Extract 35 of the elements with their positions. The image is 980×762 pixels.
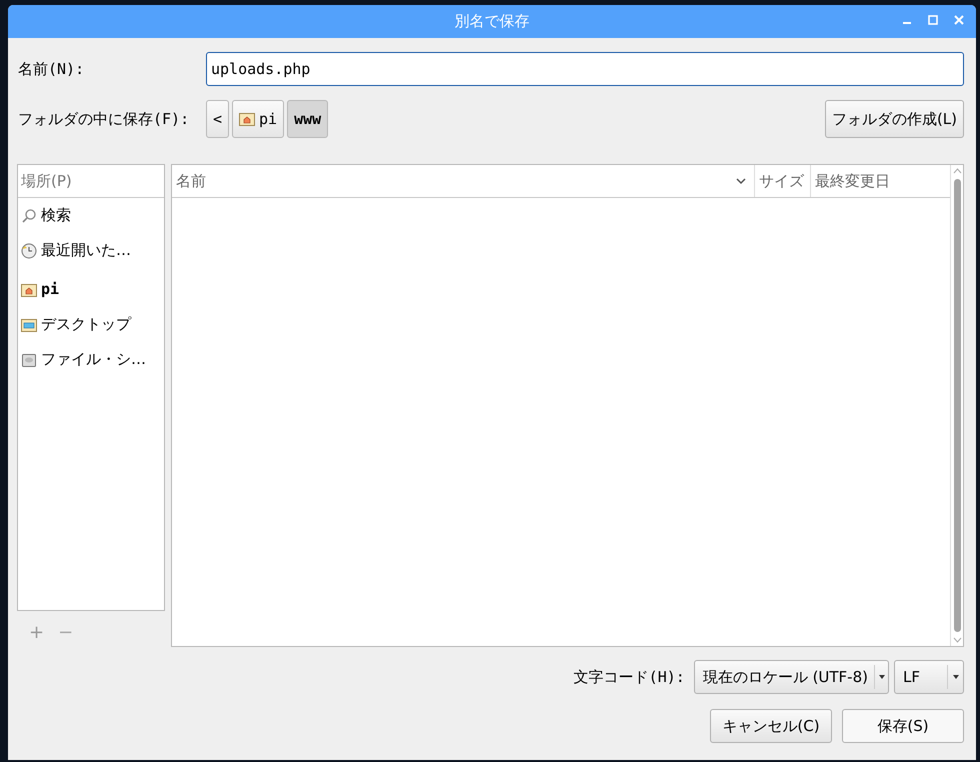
save-in-label: フォルダの中に保存(F): xyxy=(18,108,190,130)
scrollbar[interactable] xyxy=(950,165,963,646)
encoding-dropdown[interactable]: 現在のロケール (UTF-8) xyxy=(694,660,889,694)
dropdown-caret-icon xyxy=(878,675,884,679)
place-item[interactable]: 検索 xyxy=(18,198,164,233)
path-button[interactable]: pi xyxy=(232,100,284,138)
create-folder-button[interactable]: フォルダの作成(L) xyxy=(824,100,964,138)
cancel-button[interactable]: キャンセル(C) xyxy=(710,709,832,743)
drive-icon xyxy=(21,352,37,368)
search-icon xyxy=(21,208,37,224)
path-button[interactable]: www xyxy=(287,100,328,138)
home-folder-icon xyxy=(21,282,37,298)
home-folder-icon xyxy=(239,111,256,127)
column-header[interactable]: サイズ xyxy=(755,165,811,197)
sort-chevron-icon xyxy=(736,178,746,184)
place-item[interactable]: デスクトップ xyxy=(18,307,164,342)
place-item[interactable]: 最近開いた… xyxy=(18,233,164,268)
places-header: 場所(P) xyxy=(18,165,164,198)
back-button[interactable]: < xyxy=(206,100,230,138)
line-ending-dropdown[interactable]: LF xyxy=(894,660,964,694)
maximize-icon[interactable] xyxy=(928,15,938,25)
save-button[interactable]: 保存(S) xyxy=(842,709,964,743)
name-label: 名前(N): xyxy=(18,58,86,80)
close-icon[interactable] xyxy=(954,15,964,25)
place-item[interactable]: pi xyxy=(18,272,164,307)
scroll-thumb[interactable] xyxy=(954,179,960,632)
window-title: 別名で保存 xyxy=(454,11,530,32)
dropdown-caret-icon xyxy=(952,675,958,679)
column-header[interactable]: 最終変更日 xyxy=(811,165,950,197)
place-item[interactable]: ファイル・シ… xyxy=(18,342,164,377)
column-header[interactable]: 名前 xyxy=(172,165,755,197)
encoding-label: 文字コード(H): xyxy=(574,666,685,688)
desktop-folder-icon xyxy=(21,316,37,332)
filename-field[interactable]: uploads.php xyxy=(206,52,964,86)
clock-icon xyxy=(21,242,37,258)
